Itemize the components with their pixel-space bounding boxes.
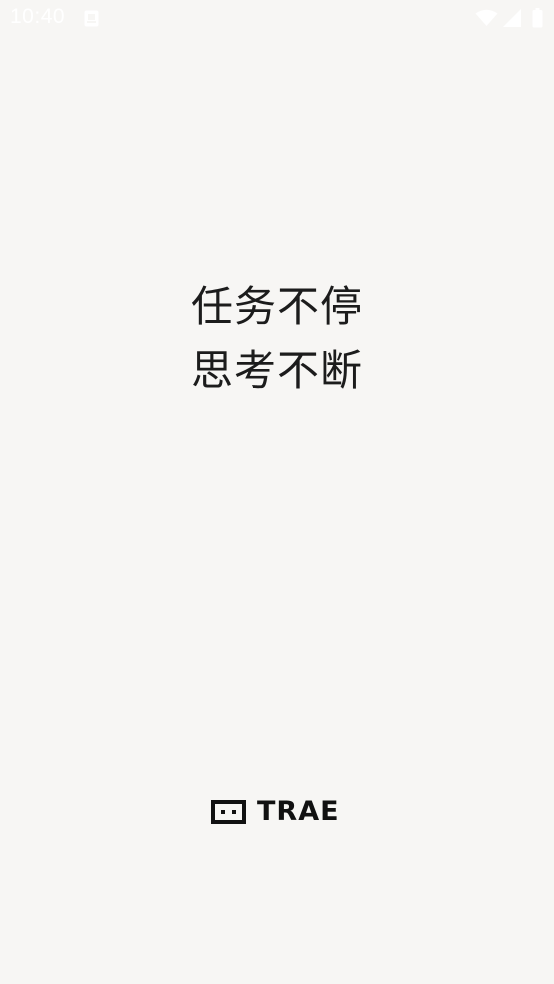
slogan-line-2: 思考不断 [190,346,363,395]
status-time: 10:40 [10,5,66,28]
slogan-line-1: 任务不停 [190,282,363,331]
signal-icon [503,9,521,27]
brand-name: TRAE [257,798,340,826]
notification-icon [84,10,99,27]
trae-logo-icon [211,800,246,824]
wifi-icon [475,9,498,26]
status-bar: 10:40 [0,0,554,36]
brand-logo: TRAE [211,798,342,826]
battery-icon [532,8,543,28]
